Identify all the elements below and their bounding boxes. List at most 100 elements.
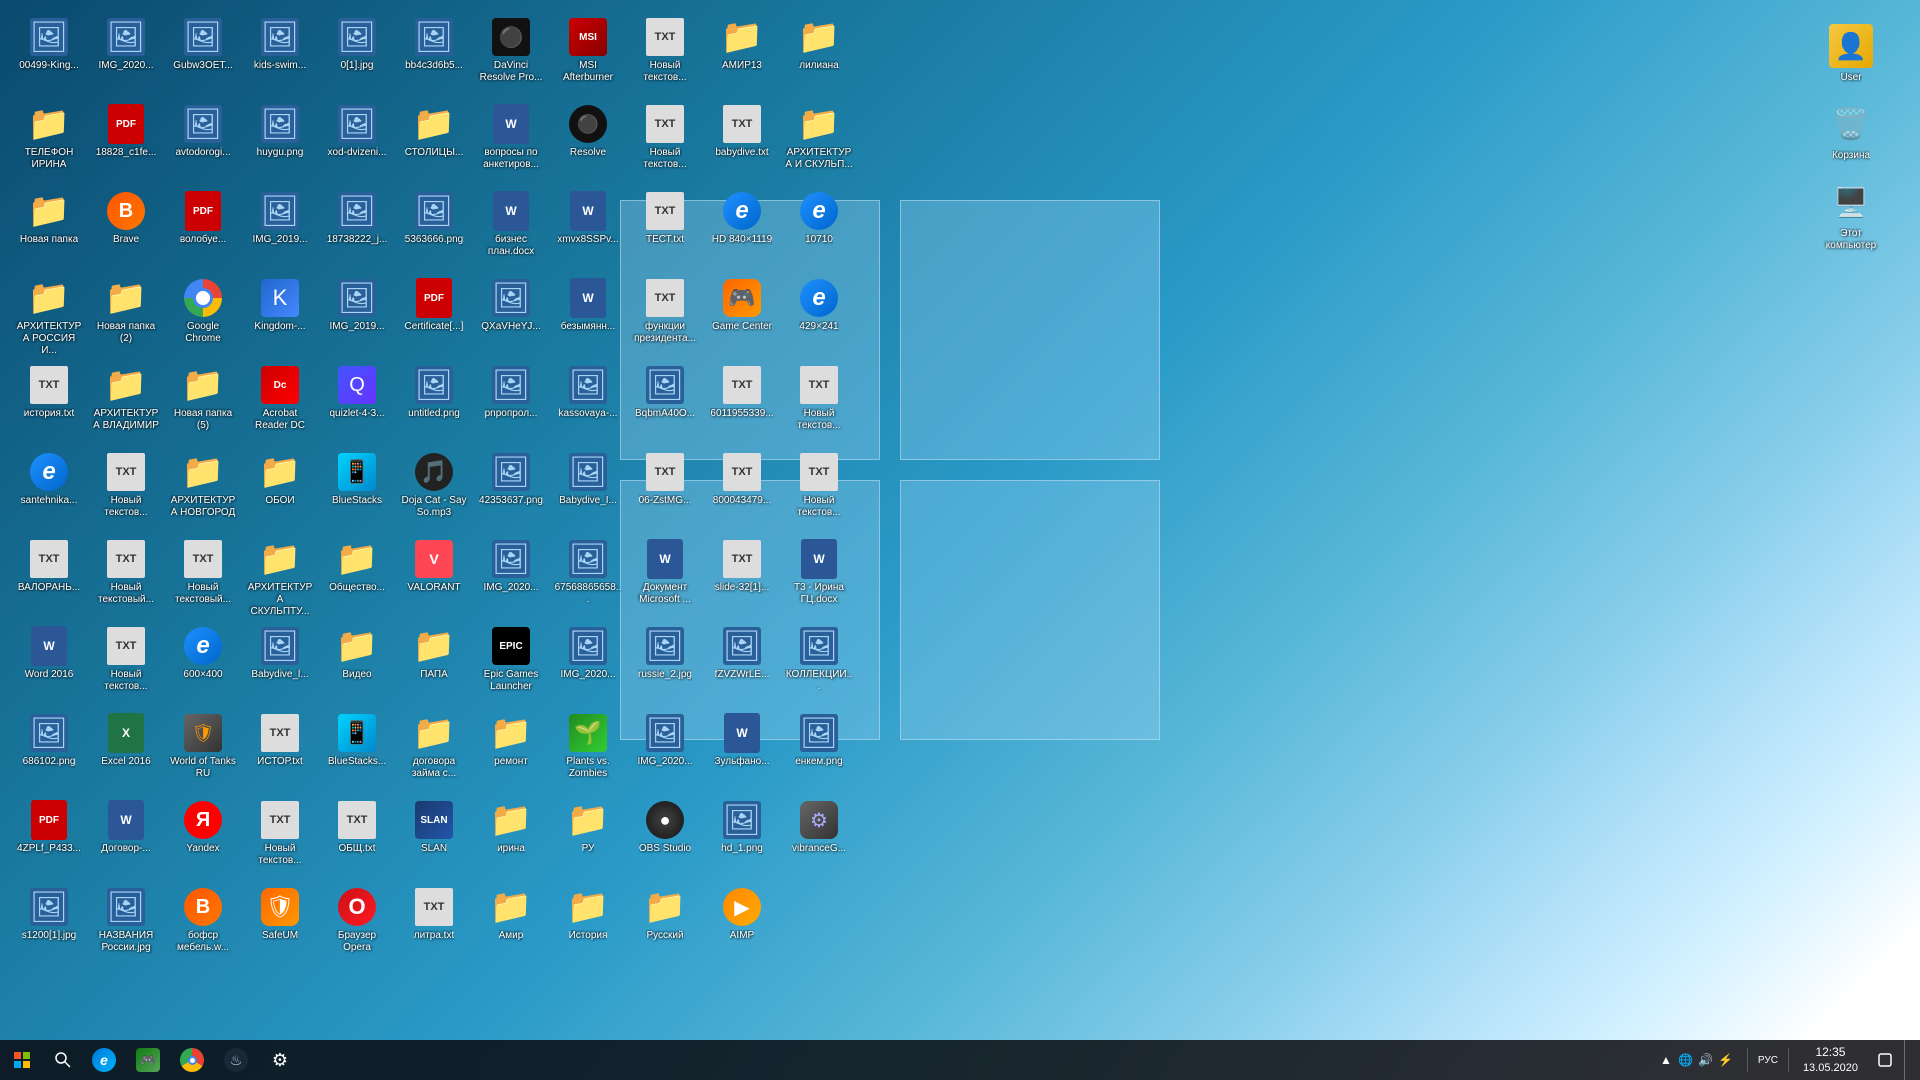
desktop-icon-obshch-txt[interactable]: TXT ОБЩ.txt: [321, 796, 393, 881]
desktop-icon-new-txt-3[interactable]: TXT Новый текстов...: [783, 361, 855, 446]
desktop-icon-bofsor[interactable]: B бофср мебель.w...: [167, 883, 239, 968]
desktop-icon-new-txt-6[interactable]: TXT Новый текстовый...: [90, 535, 162, 620]
desktop-icon-untitled[interactable]: 🖼 untitled.png: [398, 361, 470, 446]
desktop-icon-00499-king[interactable]: 🖼 00499-King...: [13, 13, 85, 98]
desktop-icon-bluestacks-2[interactable]: 📱 BlueStacks...: [321, 709, 393, 794]
desktop-icon-t3-irina[interactable]: W Т3 - Ирина ГЦ.docx: [783, 535, 855, 620]
tray-speaker[interactable]: 🔊: [1697, 1051, 1715, 1069]
taskbar-app-gamebar[interactable]: 🎮: [126, 1040, 170, 1080]
desktop-icon-img-2020-1[interactable]: 🖼 IMG_2020...: [90, 13, 162, 98]
desktop-icon-18738222[interactable]: 🖼 18738222_j...: [321, 187, 393, 272]
desktop-icon-arhitektura-russia[interactable]: 📁 АРХИТЕКТУРА РОССИЯ И...: [13, 274, 85, 359]
desktop-icon-img-2019-1[interactable]: 🖼 IMG_2019...: [244, 187, 316, 272]
desktop-icon-10710[interactable]: e 10710: [783, 187, 855, 272]
desktop-icon-avtodorog[interactable]: 🖼 avtodorogi...: [167, 100, 239, 185]
desktop-icon-liliana[interactable]: 📁 лилиана: [783, 13, 855, 98]
desktop-icon-telefon-irina[interactable]: 📁 ТЕЛЕФОН ИРИНА: [13, 100, 85, 185]
desktop-icon-42353637[interactable]: 🖼 42353637.png: [475, 448, 547, 533]
desktop-icon-new-txt-9[interactable]: TXT Новый текстов...: [244, 796, 316, 881]
desktop-icon-aimp[interactable]: ▶ AIMP: [706, 883, 778, 968]
desktop-icon-18828-c1fe[interactable]: PDF 18828_c1fe...: [90, 100, 162, 185]
desktop-icon-kollekcii[interactable]: 🖼 КОЛЛЕКЦИИ...: [783, 622, 855, 707]
desktop-icon-slan[interactable]: SLAN SLAN: [398, 796, 470, 881]
desktop-icon-amir-folder[interactable]: 📁 Амир: [475, 883, 547, 968]
desktop-icon-arhitektura-vlad[interactable]: 📁 АРХИТЕКТУРА ВЛАДИМИР: [90, 361, 162, 446]
keyboard-layout[interactable]: РУС: [1754, 1055, 1782, 1066]
desktop-icon-5363666[interactable]: 🖼 5363666.png: [398, 187, 470, 272]
desktop-icon-game-center[interactable]: 🎮 Game Center: [706, 274, 778, 359]
desktop-icon-arhitektura-skulp2[interactable]: 📁 АРХИТЕКТУРА СКУЛЬПТУ...: [244, 535, 316, 620]
desktop-icon-bluestacks-1[interactable]: 📱 BlueStacks: [321, 448, 393, 533]
desktop-icon-fzvzwrle[interactable]: 🖼 fZVZWrLE...: [706, 622, 778, 707]
desktop-icon-67568865658[interactable]: 🖼 67568865658...: [552, 535, 624, 620]
desktop-icon-msi[interactable]: MSI MSI Afterburner: [552, 13, 624, 98]
desktop-icon-pnpoprop[interactable]: 🖼 pnpопрол...: [475, 361, 547, 446]
desktop-icon-new-txt-7[interactable]: TXT Новый текстовый...: [167, 535, 239, 620]
desktop-icon-obshchestvo[interactable]: 📁 Общество...: [321, 535, 393, 620]
taskbar-app-edge[interactable]: e: [82, 1040, 126, 1080]
tray-network[interactable]: 🌐: [1677, 1051, 1695, 1069]
desktop-icon-dokument-ms[interactable]: W Документ Microsoft ...: [629, 535, 701, 620]
desktop-icon-686102[interactable]: 🖼 686102.png: [13, 709, 85, 794]
show-desktop-button[interactable]: [1904, 1040, 1912, 1080]
desktop-icon-acrobat[interactable]: Dc Acrobat Reader DC: [244, 361, 316, 446]
desktop-icon-new-txt-1[interactable]: TXT Новый текстов...: [629, 13, 701, 98]
desktop-icon-certificate[interactable]: PDF Certificate[...]: [398, 274, 470, 359]
desktop-icon-dogovor-txt[interactable]: W Договор-...: [90, 796, 162, 881]
desktop-icon-amir13[interactable]: 📁 АМИР13: [706, 13, 778, 98]
taskbar-app-settings[interactable]: ⚙: [258, 1040, 302, 1080]
desktop-icon-recycle[interactable]: 🗑️ Корзина: [1812, 98, 1890, 166]
desktop-icon-new-txt-2[interactable]: TXT Новый текстов...: [629, 100, 701, 185]
desktop-icon-novaya-papka-1[interactable]: 📁 Новая папка: [13, 187, 85, 272]
desktop-icon-zulfano[interactable]: W Зульфано...: [706, 709, 778, 794]
desktop-icon-doja[interactable]: 🎵 Doja Cat - Say So.mp3: [398, 448, 470, 533]
desktop-icon-0-1-jpg[interactable]: 🖼 0[1].jpg: [321, 13, 393, 98]
desktop-icon-stolitsy[interactable]: 📁 СТОЛИЦЫ...: [398, 100, 470, 185]
desktop-icon-vibranceg[interactable]: ⚙ vibranceG...: [783, 796, 855, 881]
desktop-icon-papa[interactable]: 📁 ПАПА: [398, 622, 470, 707]
desktop-icon-remont[interactable]: 📁 ремонт: [475, 709, 547, 794]
desktop-icon-xod-dvizen[interactable]: 🖼 xod-dvizeni...: [321, 100, 393, 185]
desktop-icon-russie2[interactable]: 🖼 russie_2.jpg: [629, 622, 701, 707]
desktop-icon-oboi[interactable]: 📁 ОБОИ: [244, 448, 316, 533]
desktop-icon-arhitektura-novg[interactable]: 📁 АРХИТЕКТУРА НОВГОРОД: [167, 448, 239, 533]
desktop-icon-enkem[interactable]: 🖼 енкем.png: [783, 709, 855, 794]
desktop-icon-novaya-papka-2[interactable]: 📁 Новая папка (2): [90, 274, 162, 359]
desktop-icon-test-txt[interactable]: TXT ТЕСТ.txt: [629, 187, 701, 272]
desktop-icon-gubw3oet[interactable]: 🖼 Gubw3OET...: [167, 13, 239, 98]
desktop-icon-bqbma400[interactable]: 🖼 BqbmA40O...: [629, 361, 701, 446]
desktop-icon-computer[interactable]: 🖥️ Этот компьютер: [1812, 176, 1890, 256]
desktop-icon-russky[interactable]: 📁 Русский: [629, 883, 701, 968]
desktop-icon-istoriya-folder[interactable]: 📁 История: [552, 883, 624, 968]
desktop-icon-excel-2016[interactable]: X Excel 2016: [90, 709, 162, 794]
desktop-icon-obs[interactable]: ● OBS Studio: [629, 796, 701, 881]
desktop-icon-user[interactable]: 👤 User: [1812, 20, 1890, 88]
desktop-icon-yandex[interactable]: Я Yandex: [167, 796, 239, 881]
desktop-icon-google-chrome[interactable]: Google Chrome: [167, 274, 239, 359]
desktop-icon-voprosy-po[interactable]: W вопросы по анкетиров...: [475, 100, 547, 185]
desktop-icon-06-zstmg[interactable]: TXT 06-ZstMG...: [629, 448, 701, 533]
start-button[interactable]: [0, 1040, 44, 1080]
tray-battery[interactable]: ⚡: [1717, 1051, 1735, 1069]
desktop-icon-xmvx8sspv[interactable]: W xmvx8SSPv...: [552, 187, 624, 272]
desktop-icon-davinci[interactable]: ⚫ DaVinci Resolve Pro...: [475, 13, 547, 98]
desktop-icon-valopanh[interactable]: TXT ВАЛОРАНЬ...: [13, 535, 85, 620]
taskbar-app-chrome[interactable]: [170, 1040, 214, 1080]
desktop-icon-funktsii[interactable]: TXT функции президента...: [629, 274, 701, 359]
desktop-icon-huygu[interactable]: 🖼 huygu.png: [244, 100, 316, 185]
desktop-icon-biznesplan[interactable]: W бизнес план.docx: [475, 187, 547, 272]
desktop-icon-safeup[interactable]: 🛡 SafeUM: [244, 883, 316, 968]
desktop-icon-bb4c3d6b5[interactable]: 🖼 bb4c3d6b5...: [398, 13, 470, 98]
taskbar-app-steam[interactable]: ♨: [214, 1040, 258, 1080]
desktop-icon-slide-32[interactable]: TXT slide-32[1]...: [706, 535, 778, 620]
desktop-icon-arhitektura-skulp[interactable]: 📁 АРХИТЕКТУРА И СКУЛЬП...: [783, 100, 855, 185]
desktop-icon-word-2016[interactable]: W Word 2016: [13, 622, 85, 707]
desktop-icon-novaya-papka-5[interactable]: 📁 Новая папка (5): [167, 361, 239, 446]
desktop-icon-istoriya-txt[interactable]: TXT история.txt: [13, 361, 85, 446]
desktop-icon-santehnika[interactable]: e santehnika...: [13, 448, 85, 533]
desktop-icon-800043479[interactable]: TXT 800043479...: [706, 448, 778, 533]
desktop-icon-s1200-1[interactable]: 🖼 s1200[1].jpg: [13, 883, 85, 968]
desktop-icon-resolve[interactable]: ⚫ Resolve: [552, 100, 624, 185]
desktop-icon-ru-folder[interactable]: 📁 РУ: [552, 796, 624, 881]
desktop-icon-volobuye[interactable]: PDF волобуе...: [167, 187, 239, 272]
